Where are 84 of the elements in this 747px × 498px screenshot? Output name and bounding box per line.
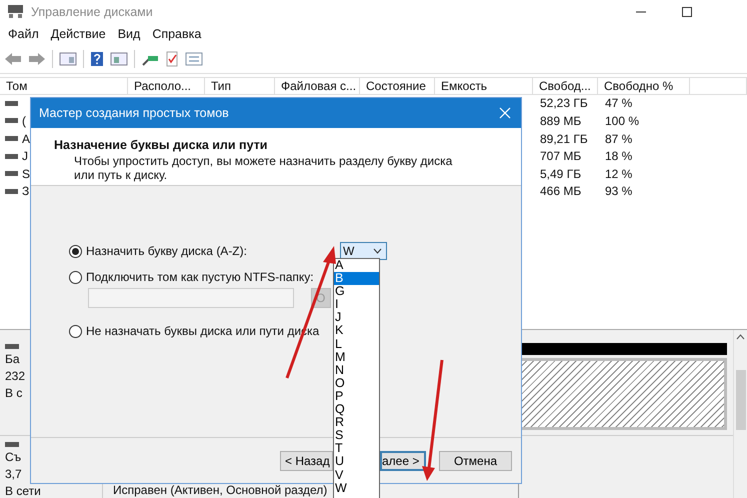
dialog-heading: Назначение буквы диска или пути: [54, 138, 268, 152]
table-cell: А: [22, 132, 30, 146]
close-icon[interactable]: [499, 107, 511, 119]
table-cell-text: 5,49 ГБ: [539, 166, 582, 181]
column-header[interactable]: Свобод...: [533, 78, 598, 94]
table-cell-text: 100 %: [604, 114, 640, 128]
radio-icon[interactable]: [69, 324, 82, 338]
radio-option[interactable]: Подключить том как пустую NTFS-папку:: [69, 270, 314, 284]
list-option[interactable]: M: [334, 350, 379, 364]
menu-item[interactable]: Файл: [8, 26, 39, 41]
scroll-up-icon[interactable]: [736, 334, 745, 340]
list-option[interactable]: N: [334, 364, 379, 377]
list-option[interactable]: G: [334, 285, 379, 298]
column-header[interactable]: Свободно %: [598, 78, 690, 94]
table-cell-text: 93 %: [604, 184, 634, 198]
scrollbar-thumb[interactable]: [736, 370, 746, 430]
window-title: Управление дисками: [31, 4, 154, 19]
list-option[interactable]: A: [334, 259, 379, 272]
disk-label: В сети: [5, 484, 42, 498]
table-cell-text: 466 МБ: [539, 184, 582, 198]
table-cell-text: 12 %: [604, 166, 634, 181]
maximize-icon[interactable]: [681, 6, 693, 18]
menu-item[interactable]: Действие: [50, 26, 106, 41]
list-option[interactable]: R: [334, 416, 379, 430]
next-button[interactable]: алее >: [380, 450, 426, 470]
disk-label: 3,7: [5, 467, 23, 481]
column-header[interactable]: Состояние: [360, 78, 435, 94]
disk-label: Съ: [5, 450, 22, 464]
column-header[interactable]: Тип: [205, 78, 275, 94]
column-header[interactable]: Располо...: [128, 78, 205, 94]
list-option[interactable]: B: [334, 272, 379, 286]
disk-label: В с: [5, 386, 24, 400]
menu-item[interactable]: Справка: [152, 26, 202, 41]
radio-option[interactable]: Назначить букву диска (A-Z):: [69, 244, 340, 258]
table-cell-text: 87 %: [604, 132, 634, 146]
table-cell-text: 52,23 ГБ: [539, 96, 589, 110]
list-icon[interactable]: [185, 50, 203, 67]
table-cell: (: [22, 114, 26, 128]
column-header[interactable]: Файловая с...: [275, 78, 360, 94]
table-cell-text: 707 МБ: [539, 149, 582, 164]
forward-arrow-icon[interactable]: [28, 50, 46, 67]
table-cell-text: 889 МБ: [539, 114, 582, 128]
drive-icon: [5, 188, 18, 194]
panel-icon[interactable]: [59, 50, 77, 67]
table-cell: З: [22, 184, 30, 198]
radio-icon[interactable]: [69, 270, 82, 284]
checked-document-icon[interactable]: [165, 50, 179, 67]
drive-icon: [5, 118, 18, 124]
help-icon[interactable]: [90, 50, 104, 67]
list-option[interactable]: Q: [334, 403, 379, 416]
table-cell-text: 89,21 ГБ: [539, 132, 589, 146]
table-cell-text: 47 %: [604, 96, 634, 110]
list-option[interactable]: T: [334, 442, 379, 456]
column-header[interactable]: Емкость: [435, 78, 533, 94]
chevron-down-icon: [373, 248, 382, 254]
table-cell: S: [22, 166, 30, 181]
drive-icon: [5, 100, 18, 106]
list-option[interactable]: P: [334, 390, 379, 404]
disk-label: Ба: [5, 352, 21, 366]
column-header[interactable]: Том: [0, 78, 128, 94]
disk-label: 232: [5, 369, 26, 383]
list-option[interactable]: L: [334, 338, 379, 351]
drive-letter-select[interactable]: W: [340, 242, 387, 260]
back-arrow-icon[interactable]: [4, 50, 22, 67]
drive-icon: [5, 154, 18, 159]
list-option[interactable]: J: [334, 311, 379, 324]
radio-icon[interactable]: [69, 244, 82, 258]
back-button[interactable]: < Назад: [280, 450, 333, 470]
panel-icon[interactable]: [110, 50, 128, 67]
list-option[interactable]: V: [334, 468, 379, 482]
menu-item[interactable]: Вид: [118, 26, 140, 41]
table-cell-text: 18 %: [604, 149, 634, 164]
list-option[interactable]: W: [334, 482, 379, 495]
app-icon: [8, 5, 23, 18]
drive-icon: [5, 136, 18, 142]
list-option[interactable]: U: [334, 455, 379, 468]
dialog-title: Мастер создания простых томов: [39, 106, 229, 120]
dialog-description: Чтобы упростить доступ, вы можете назначить разделу букву диска или путь к диску.: [73, 154, 454, 182]
list-option[interactable]: I: [334, 298, 379, 312]
table-cell: J: [22, 149, 28, 164]
list-option[interactable]: O: [334, 376, 379, 390]
cancel-button[interactable]: Отмена: [439, 450, 512, 470]
drive-icon: [5, 171, 18, 176]
list-option[interactable]: K: [334, 324, 379, 338]
